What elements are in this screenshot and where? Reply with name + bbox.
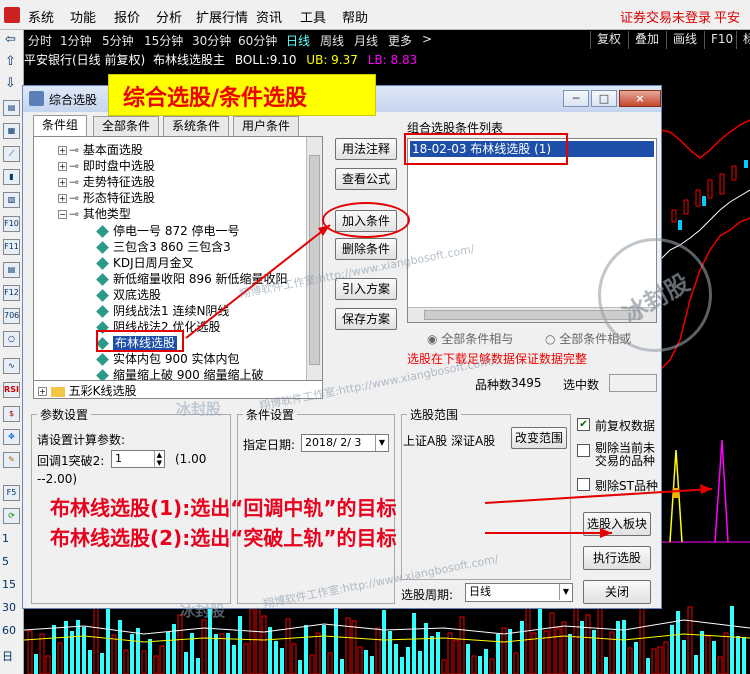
- note-bollinger-1: 布林线选股(1):选出“回调中轨”的目标: [50, 496, 397, 520]
- note-bollinger-2: 布林线选股(2):选出“突破上轨”的目标: [50, 526, 397, 550]
- stamp-text: 冰封股: [618, 268, 695, 329]
- watermark-stamp: 冰封股: [598, 238, 712, 352]
- watermark-name-2: 冰封股: [180, 602, 226, 620]
- watermark-name: 冰封股: [176, 400, 222, 418]
